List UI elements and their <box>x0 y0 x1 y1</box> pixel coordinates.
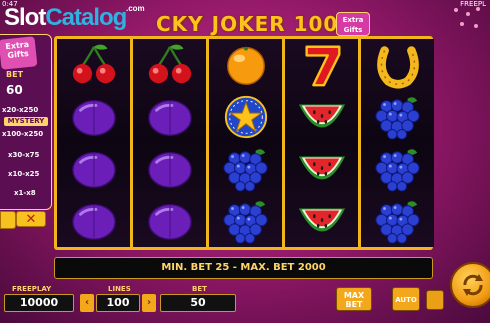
star-icon <box>209 91 282 143</box>
seven-icon <box>285 39 358 91</box>
watermelon-icon <box>285 91 358 143</box>
plum-icon <box>57 91 130 143</box>
panel-bet-label: BET <box>6 70 24 79</box>
cherry-icon <box>133 39 206 91</box>
lines-label: LINES <box>108 285 131 293</box>
multiplier-row-1: x20-x250 <box>2 106 39 114</box>
game-title: CKY JOKER 100 <box>156 12 339 36</box>
grapes-icon <box>209 195 282 247</box>
reel-3 <box>209 39 282 247</box>
lines-value: 100 <box>96 294 140 312</box>
multiplier-row-3: x30-x75 <box>8 151 40 159</box>
plum-icon <box>133 91 206 143</box>
gamble-button[interactable] <box>426 290 444 310</box>
autoplay-button[interactable]: AUTO <box>392 287 420 311</box>
freeplay-balance: 10000 <box>4 294 74 312</box>
plum-icon <box>133 195 206 247</box>
decoration-dots-icon <box>454 7 480 28</box>
watermark-catalog-text: Catalog <box>45 4 127 31</box>
extra-gifts-badge: Extra Gifts <box>336 12 370 36</box>
multiplier-row-2: x100-x250 <box>2 130 44 138</box>
cherry-icon <box>57 39 130 91</box>
orange-icon <box>209 39 282 91</box>
panel-toggle-button[interactable] <box>0 211 16 229</box>
bet-range-info: MIN. BET 25 - MAX. BET 2000 <box>54 257 433 279</box>
grapes-icon <box>361 195 434 247</box>
watermelon-icon <box>285 143 358 195</box>
watermark-logo: SlotCatalog .com <box>4 4 145 31</box>
grapes-icon <box>361 143 434 195</box>
plum-icon <box>57 143 130 195</box>
plum-icon <box>57 195 130 247</box>
freeplay-label: FREEPLAY <box>12 285 52 293</box>
plum-icon <box>133 143 206 195</box>
close-panel-button[interactable]: ✕ <box>16 211 46 227</box>
bet-label: BET <box>192 285 207 293</box>
watermark-com-text: .com <box>126 4 145 13</box>
horseshoe-icon <box>361 39 434 91</box>
multiplier-row-4: x10-x25 <box>8 170 40 178</box>
lines-increase-button[interactable]: › <box>142 294 156 312</box>
max-bet-button[interactable]: MAX BET <box>336 287 372 311</box>
lines-decrease-button[interactable]: ‹ <box>80 294 94 312</box>
grapes-icon <box>209 143 282 195</box>
reel-1 <box>57 39 130 247</box>
panel-extra-gifts-badge: Extra Gifts <box>0 36 38 70</box>
grapes-icon <box>361 91 434 143</box>
mystery-tag: MYSTERY <box>4 117 48 126</box>
spin-arrows-icon <box>463 274 483 296</box>
reel-5 <box>361 39 434 247</box>
watermelon-icon <box>285 195 358 247</box>
panel-bet-value: 60 <box>6 83 23 97</box>
reel-4 <box>285 39 358 247</box>
spin-button[interactable] <box>450 262 490 308</box>
watermark-slot-text: Slot <box>4 4 46 31</box>
bet-value[interactable]: 50 <box>160 294 236 312</box>
reel-2 <box>133 39 206 247</box>
